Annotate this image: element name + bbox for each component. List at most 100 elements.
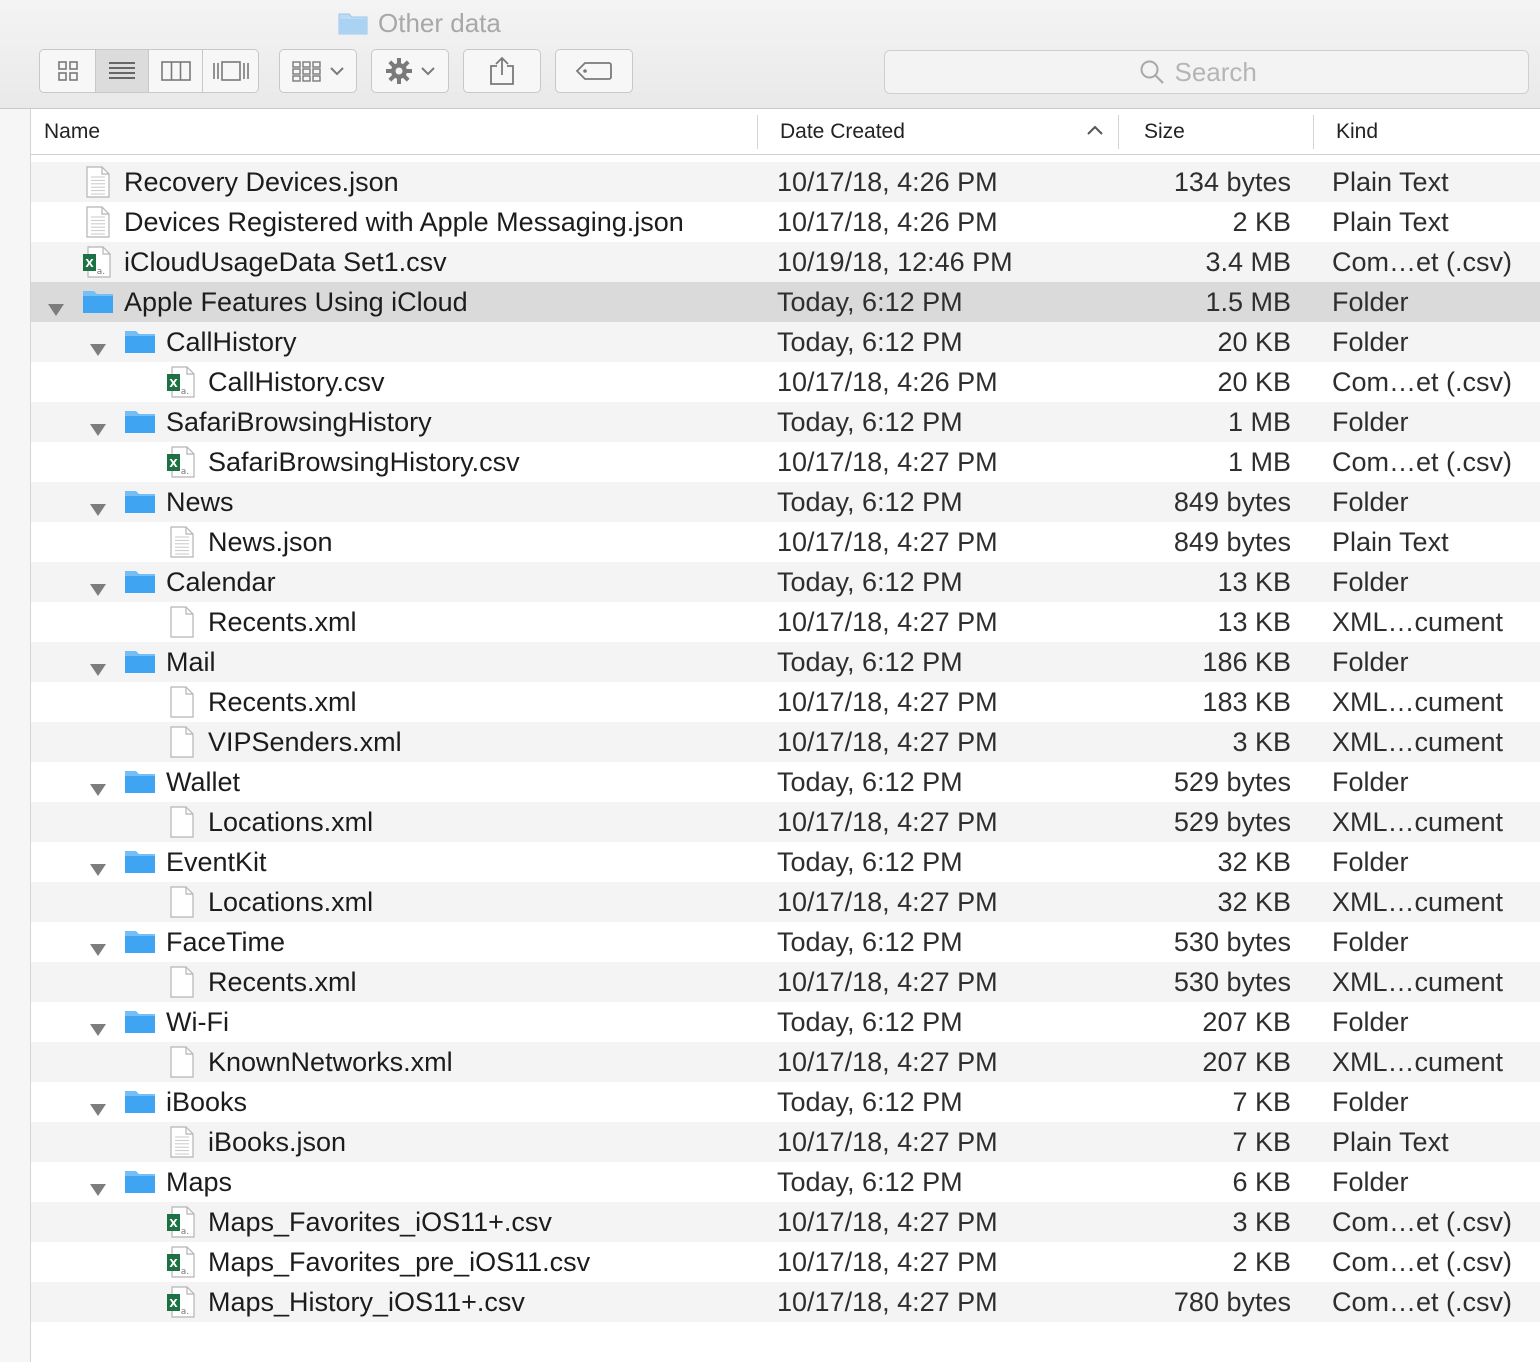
document-icon (166, 966, 196, 1005)
date-created: Today, 6:12 PM (777, 647, 963, 677)
column-divider[interactable] (757, 115, 758, 149)
file-kind: Folder (1332, 1007, 1409, 1037)
folder-row[interactable]: SafariBrowsingHistory Today, 6:12 PM 1 MB F… (31, 402, 1540, 442)
disclosure-triangle-icon[interactable] (89, 854, 107, 885)
file-name: iCloudUsageData Set1.csv (124, 247, 447, 277)
text-file-icon (166, 526, 196, 565)
column-header: Name Date Created Size Kind (31, 109, 1540, 155)
folder-row[interactable]: CallHistory Today, 6:12 PM 20 KB Folder (31, 322, 1540, 362)
file-row[interactable]: Xa. Maps_Favorites_pre_iOS11.csv 10/17/18,… (31, 1242, 1540, 1282)
folder-row[interactable]: iBooks Today, 6:12 PM 7 KB Folder (31, 1082, 1540, 1122)
file-row[interactable]: Recents.xml 10/17/18, 4:27 PM 13 KB XML…cum… (31, 602, 1540, 642)
disclosure-triangle-icon[interactable] (89, 934, 107, 965)
date-created: Today, 6:12 PM (777, 287, 963, 317)
file-size: 1.5 MB (1205, 287, 1291, 317)
file-row[interactable]: Locations.xml 10/17/18, 4:27 PM 32 KB XML…c… (31, 882, 1540, 922)
disclosure-triangle-icon[interactable] (89, 334, 107, 365)
file-row[interactable]: iBooks.json 10/17/18, 4:27 PM 7 KB Plain Te… (31, 1122, 1540, 1162)
date-created: 10/17/18, 4:27 PM (777, 967, 998, 997)
list-view-button[interactable] (96, 50, 149, 92)
folder-row[interactable]: Apple Features Using iCloud Today, 6:12 P… (31, 282, 1540, 322)
arrange-grid-icon (292, 61, 321, 82)
file-row[interactable]: Locations.xml 10/17/18, 4:27 PM 529 bytes X… (31, 802, 1540, 842)
folder-row[interactable]: Mail Today, 6:12 PM 186 KB Folder (31, 642, 1540, 682)
disclosure-triangle-icon[interactable] (89, 1094, 107, 1125)
disclosure-triangle-icon[interactable] (89, 654, 107, 685)
file-name: KnownNetworks.xml (208, 1047, 453, 1077)
folder-icon (124, 406, 156, 443)
disclosure-triangle-icon[interactable] (89, 574, 107, 605)
search-field[interactable] (884, 50, 1529, 94)
file-kind: Folder (1332, 487, 1409, 517)
folder-icon (124, 326, 156, 363)
sort-ascending-icon[interactable] (1086, 124, 1104, 136)
file-row[interactable]: Xa. Maps_History_iOS11+.csv 10/17/18, 4:27… (31, 1282, 1540, 1322)
tag-icon (576, 62, 612, 80)
date-created: Today, 6:12 PM (777, 567, 963, 597)
file-name: Recents.xml (208, 607, 357, 637)
folder-icon (124, 926, 156, 963)
folder-row[interactable]: Calendar Today, 6:12 PM 13 KB Folder (31, 562, 1540, 602)
date-created: 10/17/18, 4:27 PM (777, 807, 998, 837)
folder-row[interactable]: Wallet Today, 6:12 PM 529 bytes Folder (31, 762, 1540, 802)
file-row[interactable]: Recents.xml 10/17/18, 4:27 PM 183 KB XML…cu… (31, 682, 1540, 722)
file-name: Recovery Devices.json (124, 167, 399, 197)
file-size: 3 KB (1232, 1207, 1291, 1237)
file-row[interactable]: Devices Registered with Apple Messaging.… (31, 202, 1540, 242)
file-name: Wallet (166, 767, 241, 797)
kind-column-header[interactable]: Kind (1336, 109, 1378, 155)
folder-row[interactable]: News Today, 6:12 PM 849 bytes Folder (31, 482, 1540, 522)
icon-view-button[interactable] (40, 50, 96, 92)
disclosure-triangle-icon[interactable] (89, 774, 107, 805)
folder-icon (124, 646, 156, 683)
document-icon (166, 806, 196, 845)
search-input[interactable] (1174, 56, 1275, 88)
text-file-icon (166, 1126, 196, 1165)
file-name: SafariBrowsingHistory (166, 407, 432, 437)
date-created: Today, 6:12 PM (777, 407, 963, 437)
folder-row[interactable]: FaceTime Today, 6:12 PM 530 bytes Folder (31, 922, 1540, 962)
date-created: Today, 6:12 PM (777, 1087, 963, 1117)
file-size: 1 MB (1227, 407, 1291, 437)
file-kind: XML…cument (1332, 967, 1504, 997)
date-created-column-header[interactable]: Date Created (780, 109, 905, 155)
file-size: 7 KB (1232, 1087, 1291, 1117)
disclosure-triangle-icon[interactable] (89, 414, 107, 445)
file-row[interactable]: Xa. Maps_Favorites_iOS11+.csv 10/17/18, 4:… (31, 1202, 1540, 1242)
folder-row[interactable]: Maps Today, 6:12 PM 6 KB Folder (31, 1162, 1540, 1202)
disclosure-triangle-icon[interactable] (89, 1014, 107, 1045)
column-divider[interactable] (1118, 115, 1119, 149)
file-row[interactable]: VIPSenders.xml 10/17/18, 4:27 PM 3 KB XML…c… (31, 722, 1540, 762)
disclosure-triangle-icon[interactable] (89, 1174, 107, 1205)
share-button[interactable] (463, 49, 541, 93)
file-row[interactable]: Xa. CallHistory.csv 10/17/18, 4:26 PM 20 KB… (31, 362, 1540, 402)
file-kind: Folder (1332, 407, 1409, 437)
column-view-button[interactable] (149, 50, 203, 92)
name-column-header[interactable]: Name (44, 109, 100, 155)
file-row[interactable]: Recents.xml 10/17/18, 4:27 PM 530 bytes XML… (31, 962, 1540, 1002)
date-created: 10/19/18, 12:46 PM (777, 247, 1013, 277)
file-name: FaceTime (166, 927, 286, 957)
file-row[interactable]: Xa. iCloudUsageData Set1.csv 10/19/18, 12:… (31, 242, 1540, 282)
file-size: 6 KB (1232, 1167, 1291, 1197)
file-size: 32 KB (1217, 887, 1291, 917)
folder-row[interactable]: EventKit Today, 6:12 PM 32 KB Folder (31, 842, 1540, 882)
column-view-icon (160, 61, 191, 81)
file-row[interactable]: News.json 10/17/18, 4:27 PM 849 bytes Plain… (31, 522, 1540, 562)
folder-row[interactable]: Wi-Fi Today, 6:12 PM 207 KB Folder (31, 1002, 1540, 1042)
arrange-button[interactable] (279, 49, 357, 93)
csv-file-icon: Xa. (82, 246, 112, 285)
file-row[interactable]: KnownNetworks.xml 10/17/18, 4:27 PM 207 KB… (31, 1042, 1540, 1082)
icon-view-icon (57, 61, 78, 81)
size-column-header[interactable]: Size (1144, 109, 1185, 155)
column-divider[interactable] (1313, 115, 1314, 149)
action-button[interactable] (371, 49, 449, 93)
date-created: 10/17/18, 4:27 PM (777, 1207, 998, 1237)
disclosure-triangle-icon[interactable] (89, 494, 107, 525)
cover-flow-button[interactable] (203, 50, 258, 92)
disclosure-triangle-icon[interactable] (47, 294, 65, 325)
file-row[interactable]: Xa. SafariBrowsingHistory.csv 10/17/18, 4:… (31, 442, 1540, 482)
share-button-inner (464, 50, 540, 92)
file-row[interactable]: Recovery Devices.json 10/17/18, 4:26 PM 13… (31, 162, 1540, 202)
tag-button[interactable] (555, 49, 633, 93)
